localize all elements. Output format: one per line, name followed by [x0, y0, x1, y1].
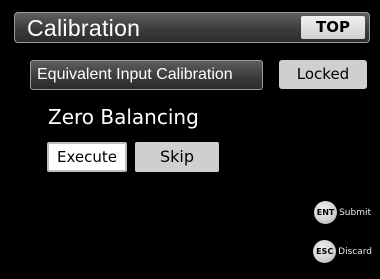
title-bar: Calibration TOP — [14, 12, 370, 43]
ent-key-icon: ENT — [314, 201, 338, 224]
esc-key-icon: ESC — [313, 240, 337, 263]
zero-balancing-title: Zero Balancing — [48, 105, 199, 129]
locked-status-badge: Locked — [279, 60, 367, 89]
discard-key-hint[interactable]: ESC Discard — [313, 240, 372, 263]
equivalent-input-calibration-button[interactable]: Equivalent Input Calibration — [30, 60, 263, 90]
submit-key-hint[interactable]: ENT Submit — [314, 201, 371, 224]
execute-button[interactable]: Execute — [47, 142, 127, 172]
page-title: Calibration — [27, 15, 141, 41]
submit-label: Submit — [339, 207, 371, 218]
top-button[interactable]: TOP — [301, 16, 365, 39]
discard-label: Discard — [338, 246, 372, 257]
skip-button[interactable]: Skip — [135, 142, 219, 172]
